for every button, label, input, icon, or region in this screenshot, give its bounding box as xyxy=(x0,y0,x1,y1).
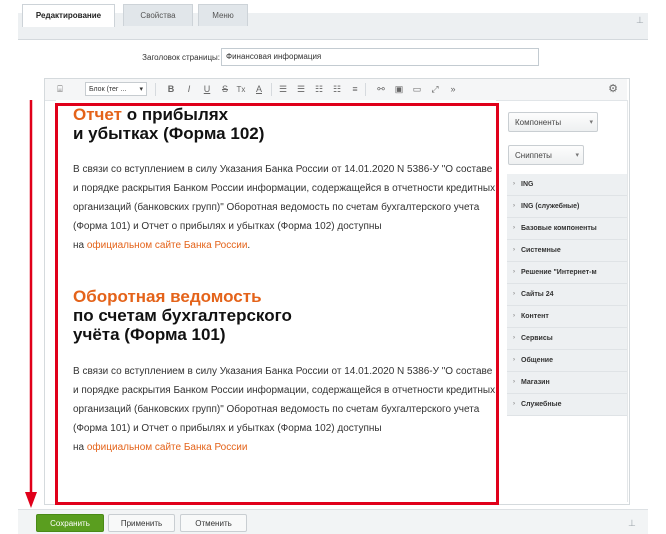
editor-content[interactable]: Отчет о прибылях и убытках (Форма 102) В… xyxy=(56,100,496,502)
italic-button[interactable]: I xyxy=(183,82,195,97)
pin-icon[interactable]: ⊥ xyxy=(636,15,644,26)
section-heading: Отчет о прибылях и убытках (Форма 102) xyxy=(73,105,496,143)
page-title-input[interactable]: Финансовая информация xyxy=(221,48,539,66)
more-icon[interactable]: » xyxy=(447,82,459,97)
paragraph: В связи со вступлением в силу Указания Б… xyxy=(73,164,496,251)
page-title-label: Заголовок страницы: xyxy=(142,53,220,62)
list-item[interactable]: › Сайты 24 xyxy=(507,284,627,306)
toolbar-divider xyxy=(271,83,272,96)
list-item[interactable]: › Сервисы xyxy=(507,328,627,350)
heading-text: и убытках (Форма 102) xyxy=(73,124,265,143)
bold-button[interactable]: B xyxy=(165,82,177,97)
ordered-list-icon[interactable]: ☰ xyxy=(277,82,289,97)
chevron-right-icon: › xyxy=(513,357,515,363)
block-format-select[interactable]: Блок (тег ... ▾ xyxy=(85,82,147,96)
list-item[interactable]: › ING xyxy=(507,174,627,196)
fullscreen-icon[interactable]: ⤢ xyxy=(429,82,441,97)
chevron-right-icon: › xyxy=(513,247,515,253)
underline-button[interactable]: U xyxy=(201,82,213,97)
chevron-down-icon: ▾ xyxy=(575,152,579,159)
align-icon[interactable]: ≡ xyxy=(349,82,361,97)
font-color-button[interactable]: A xyxy=(253,82,265,97)
scrollbar[interactable] xyxy=(627,100,628,502)
video-icon[interactable]: ▭ xyxy=(411,82,423,97)
indent-icon[interactable]: ☷ xyxy=(331,82,343,97)
list-item[interactable]: › Общение xyxy=(507,350,627,372)
pin-icon[interactable]: ⊥ xyxy=(628,518,636,529)
cbr-link[interactable]: официальном сайте Банка России xyxy=(87,240,248,251)
list-item[interactable]: › Контент xyxy=(507,306,627,328)
chevron-down-icon: ▾ xyxy=(589,119,593,126)
component-list: › ING › ING (служебные) › Базовые компонент… xyxy=(507,174,627,416)
chevron-right-icon: › xyxy=(513,181,515,187)
toolbar-divider xyxy=(155,83,156,96)
unordered-list-icon[interactable]: ☰ xyxy=(295,82,307,97)
heading-accent: Оборотная ведомость xyxy=(73,287,262,306)
tab-properties[interactable]: Свойства xyxy=(123,4,193,26)
tab-editing[interactable]: Редактирование xyxy=(22,4,115,27)
chevron-right-icon: › xyxy=(513,291,515,297)
tab-menu[interactable]: Меню xyxy=(198,4,248,26)
chevron-right-icon: › xyxy=(513,379,515,385)
section-heading: Оборотная ведомость по счетам бухгалтерс… xyxy=(73,287,496,344)
save-button[interactable]: Сохранить xyxy=(36,514,104,532)
snippets-button[interactable]: Сниппеты ▾ xyxy=(508,145,584,165)
chevron-right-icon: › xyxy=(513,225,515,231)
editor-toolbar: ⌸ Блок (тег ... ▾ B I U S Tx A ☰ ☰ ☷ ☷ ≡ … xyxy=(45,79,627,101)
heading-text: учёта (Форма 101) xyxy=(73,325,226,344)
list-item[interactable]: › Решение "Интернет-м xyxy=(507,262,627,284)
chevron-right-icon: › xyxy=(513,203,515,209)
chevron-right-icon: › xyxy=(513,269,515,275)
paragraph: В связи со вступлением в силу Указания Б… xyxy=(73,366,496,453)
components-button[interactable]: Компоненты ▾ xyxy=(508,112,598,132)
cbr-link[interactable]: официальном сайте Банка России xyxy=(87,442,248,453)
heading-text: по счетам бухгалтерского xyxy=(73,306,292,325)
apply-button[interactable]: Применить xyxy=(108,514,175,532)
chevron-right-icon: › xyxy=(513,313,515,319)
list-item[interactable]: › Магазин xyxy=(507,372,627,394)
chevron-right-icon: › xyxy=(513,335,515,341)
gear-icon[interactable]: ⚙ xyxy=(607,82,619,97)
image-icon[interactable]: ▣ xyxy=(393,82,405,97)
chevron-down-icon: ▾ xyxy=(139,86,143,93)
toolbar-divider xyxy=(365,83,366,96)
list-item[interactable]: › ING (служебные) xyxy=(507,196,627,218)
outdent-icon[interactable]: ☷ xyxy=(313,82,325,97)
list-item[interactable]: › Служебные xyxy=(507,394,627,416)
chevron-right-icon: › xyxy=(513,401,515,407)
arrow-down-icon xyxy=(25,100,37,508)
heading-text: о прибылях xyxy=(126,105,229,124)
list-item[interactable]: › Базовые компоненты xyxy=(507,218,627,240)
strikethrough-button[interactable]: S xyxy=(219,82,231,97)
list-item[interactable]: › Системные xyxy=(507,240,627,262)
cancel-button[interactable]: Отменить xyxy=(180,514,247,532)
link-icon[interactable]: ⚯ xyxy=(375,82,387,97)
heading-accent: Отчет xyxy=(73,105,122,124)
source-mode-icon[interactable]: ⌸ xyxy=(53,82,67,97)
clear-format-button[interactable]: Tx xyxy=(235,82,247,97)
